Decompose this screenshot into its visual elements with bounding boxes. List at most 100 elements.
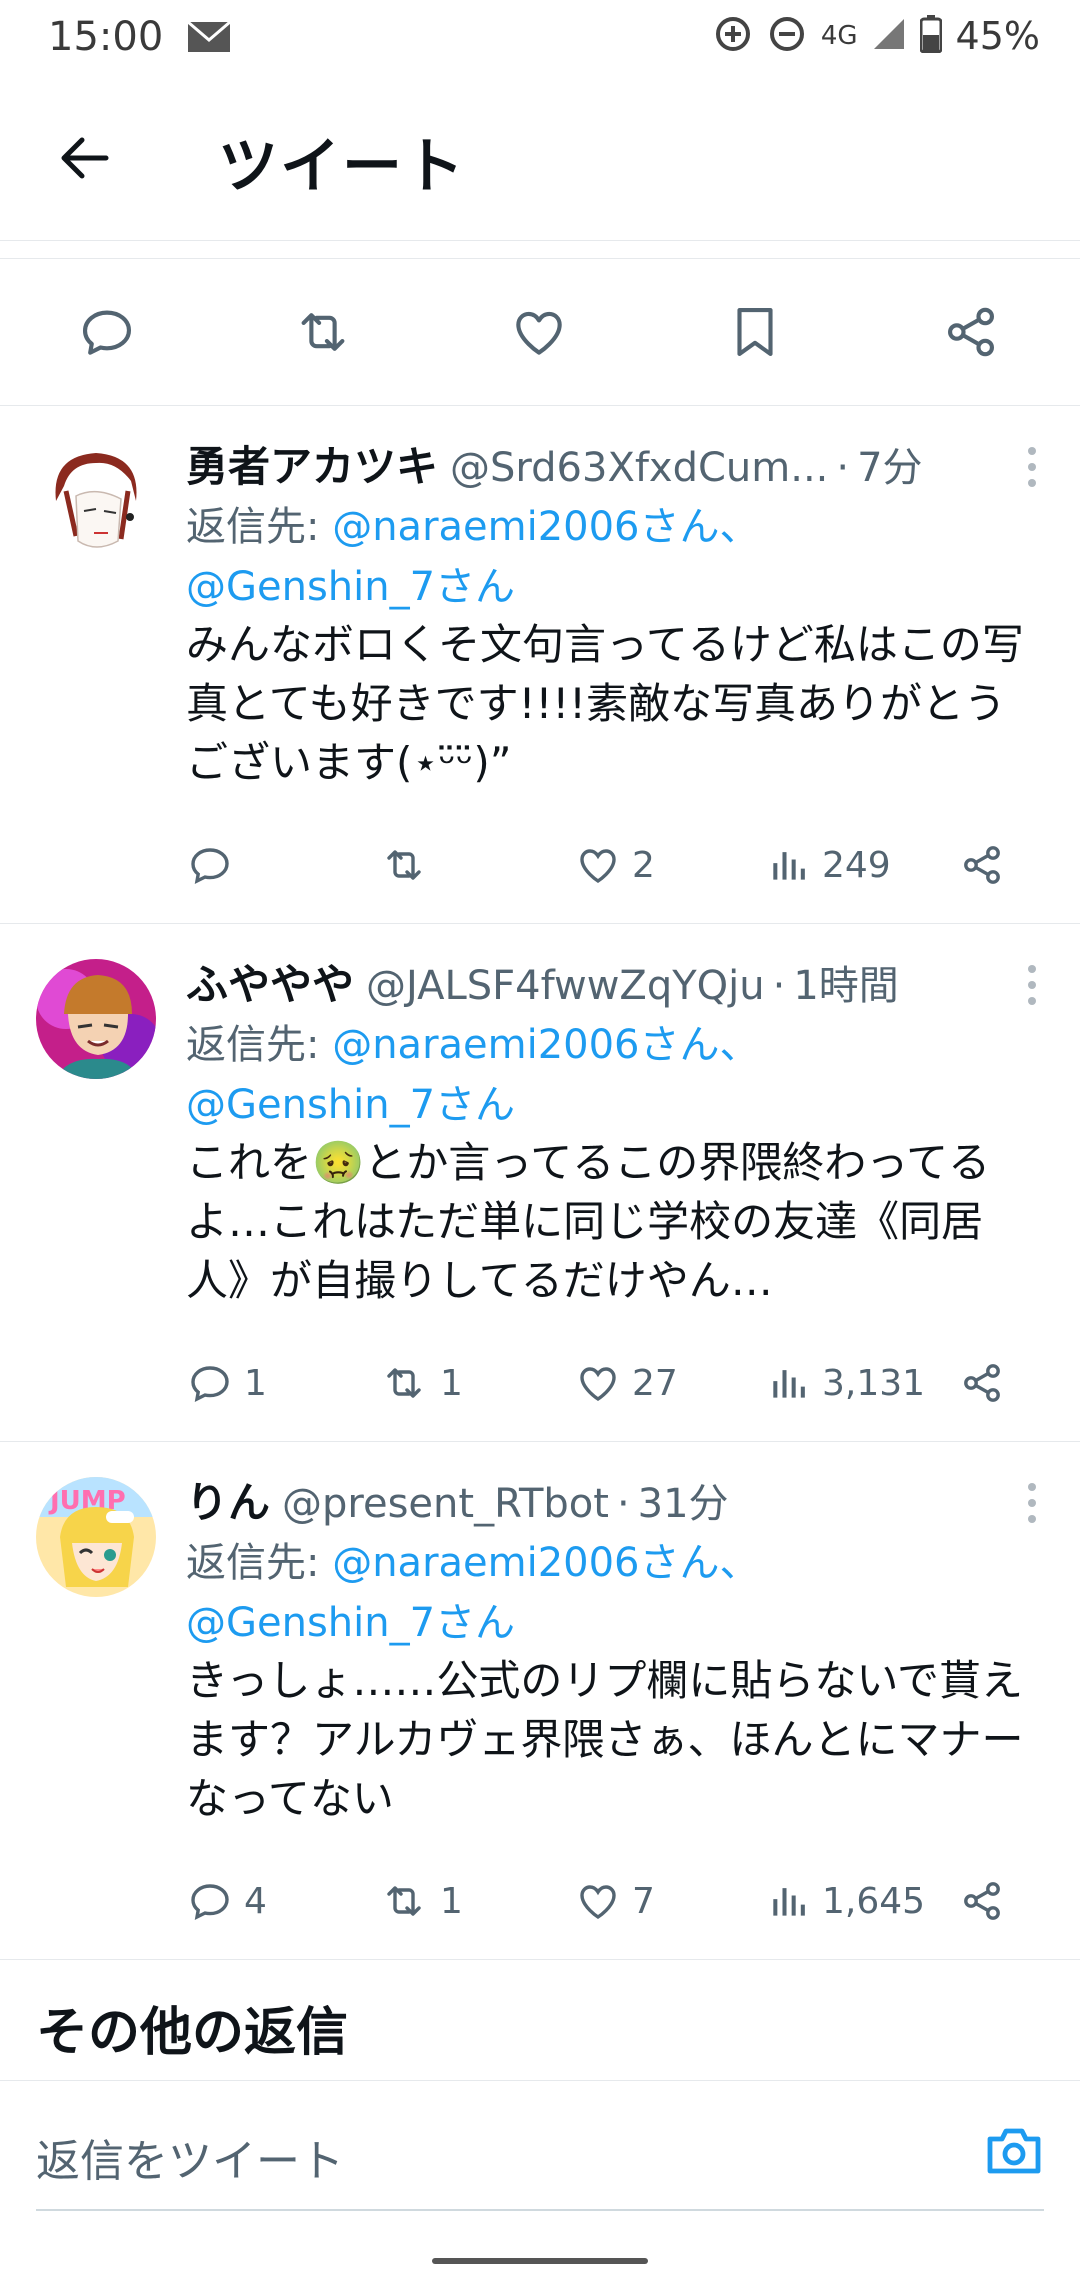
retweet-button[interactable]: 1 xyxy=(378,1353,463,1413)
reply-tweet[interactable]: JUMP りん @present_RTbot · 31分 返信先: @narae… xyxy=(0,1441,1080,1960)
share-icon xyxy=(964,1364,1000,1402)
heart-icon xyxy=(516,311,562,355)
reply-button[interactable] xyxy=(186,835,244,895)
retweet-button[interactable]: 1 xyxy=(378,1871,463,1931)
view-count: 3,131 xyxy=(822,1362,926,1404)
network-type: 4G xyxy=(820,21,858,51)
views-button[interactable]: 3,131 xyxy=(768,1353,925,1413)
mention-link[interactable]: @naraemi2006さん、 xyxy=(332,1022,759,1068)
tweet-time: 7分 xyxy=(857,445,923,491)
avatar[interactable] xyxy=(36,441,156,561)
retweet-icon xyxy=(387,1886,421,1916)
share-button[interactable] xyxy=(958,1353,1006,1413)
share-button[interactable] xyxy=(938,299,1004,365)
tweet-time: 31分 xyxy=(637,1481,729,1527)
share-button[interactable] xyxy=(958,835,1006,895)
like-button[interactable]: 7 xyxy=(574,1871,655,1931)
do-not-disturb-icon xyxy=(767,14,807,58)
mention-link[interactable]: @naraemi2006さん、 xyxy=(332,504,759,550)
share-icon xyxy=(964,1882,1000,1920)
retweet-button[interactable] xyxy=(290,299,356,365)
reply-button[interactable] xyxy=(74,299,140,365)
reply-prefix: 返信先: xyxy=(186,504,333,550)
reply-prefix: 返信先: xyxy=(186,1022,333,1068)
author-name[interactable]: 勇者アカツキ xyxy=(186,433,438,494)
like-button[interactable]: 2 xyxy=(574,835,655,895)
reply-input[interactable]: 返信をツイート xyxy=(36,2125,344,2189)
avatar[interactable]: JUMP xyxy=(36,1477,156,1597)
reply-context: 返信先: @naraemi2006さん、 @Genshin_7さん xyxy=(186,1015,1036,1135)
reply-context: 返信先: @naraemi2006さん、 @Genshin_7さん xyxy=(186,497,1036,617)
reply-icon xyxy=(191,848,229,885)
status-bar: 15:00 4G 45% xyxy=(0,0,1080,72)
mention-link[interactable]: @Genshin_7さん xyxy=(186,1600,515,1646)
reply-icon xyxy=(191,1884,229,1921)
retweet-count: 1 xyxy=(440,1362,463,1404)
author-handle[interactable]: @Srd63XfxdCum... xyxy=(450,445,828,491)
more-vertical-icon xyxy=(1028,1483,1036,1523)
mention-link[interactable]: @naraemi2006さん、 xyxy=(332,1540,759,1586)
more-options-button[interactable] xyxy=(1020,439,1044,499)
reply-tweet[interactable]: ふややや @JALSF4fwwZqYQju · 1時間 返信先: @naraem… xyxy=(0,923,1080,1442)
view-count: 249 xyxy=(822,844,891,886)
retweet-button[interactable] xyxy=(378,835,440,895)
reply-count: 4 xyxy=(244,1880,267,1922)
mention-link[interactable]: @Genshin_7さん xyxy=(186,564,515,610)
clock: 15:00 xyxy=(48,14,164,60)
views-button[interactable]: 1,645 xyxy=(768,1871,925,1931)
reply-tweet[interactable]: 勇者アカツキ @Srd63XfxdCum... · 7分 返信先: @narae… xyxy=(0,405,1080,924)
author-handle[interactable]: @JALSF4fwwZqYQju xyxy=(366,963,765,1009)
camera-button[interactable] xyxy=(984,2125,1044,2181)
input-underline xyxy=(36,2209,1044,2211)
more-vertical-icon xyxy=(1028,965,1036,1005)
reply-button[interactable]: 1 xyxy=(186,1353,267,1413)
more-replies-heading: その他の返信 xyxy=(36,2003,349,2063)
author-name[interactable]: りん xyxy=(186,1469,270,1530)
tweet-actions: 1 1 27 3,131 xyxy=(186,1353,1036,1413)
views-button[interactable]: 249 xyxy=(768,835,891,895)
bookmark-icon xyxy=(737,307,773,357)
reply-icon xyxy=(191,1366,229,1403)
author-handle[interactable]: @present_RTbot xyxy=(282,1481,609,1527)
retweet-icon xyxy=(387,850,421,880)
avatar[interactable] xyxy=(36,959,156,1079)
tweet-actions: 4 1 7 1,645 xyxy=(186,1871,1036,1931)
back-button[interactable] xyxy=(48,122,120,194)
page-title: ツイート xyxy=(218,132,466,202)
reply-composer[interactable]: 返信をツイート xyxy=(0,2080,1080,2211)
data-saver-icon xyxy=(713,14,753,58)
reply-context: 返信先: @naraemi2006さん、 @Genshin_7さん xyxy=(186,1533,1036,1653)
reply-icon xyxy=(82,310,132,355)
reply-button[interactable]: 4 xyxy=(186,1871,267,1931)
battery-icon xyxy=(919,15,943,57)
gesture-nav-handle[interactable] xyxy=(432,2258,648,2264)
heart-icon xyxy=(580,1367,616,1402)
bar-chart-icon xyxy=(773,852,805,880)
mention-link[interactable]: @Genshin_7さん xyxy=(186,1082,515,1128)
more-options-button[interactable] xyxy=(1020,957,1044,1017)
heart-icon xyxy=(580,849,616,884)
camera-icon xyxy=(987,2128,1041,2174)
author-name[interactable]: ふややや xyxy=(186,951,354,1012)
like-count: 27 xyxy=(632,1362,678,1404)
main-tweet-actions xyxy=(0,258,1080,406)
more-options-button[interactable] xyxy=(1020,1475,1044,1535)
tweet-text: これを🤢とか言ってるこの界隈終わってるよ…これはただ単に同じ学校の友達《同居人》… xyxy=(186,1138,991,1305)
arrow-left-icon xyxy=(61,137,109,179)
tweet-text: みんなボロくそ文句言ってるけど私はこの写真とても好きです!!!!素敵な写真ありが… xyxy=(186,620,1024,787)
like-button[interactable]: 27 xyxy=(574,1353,678,1413)
heart-icon xyxy=(580,1885,616,1920)
retweet-icon xyxy=(301,313,345,351)
tweet-actions: 2 249 xyxy=(186,835,1036,895)
bookmark-button[interactable] xyxy=(722,299,788,365)
more-vertical-icon xyxy=(1028,447,1036,487)
top-bar: ツイート xyxy=(0,100,1080,241)
retweet-count: 1 xyxy=(440,1880,463,1922)
tweet-time: 1時間 xyxy=(793,963,899,1009)
like-button[interactable] xyxy=(506,299,572,365)
share-button[interactable] xyxy=(958,1871,1006,1931)
like-count: 2 xyxy=(632,844,655,886)
reply-count: 1 xyxy=(244,1362,267,1404)
view-count: 1,645 xyxy=(822,1880,926,1922)
tweet-text: きっしょ……公式のリプ欄に貼らないで貰えます？アルカヴェ界隈さぁ、ほんとにマナー… xyxy=(186,1656,1024,1823)
